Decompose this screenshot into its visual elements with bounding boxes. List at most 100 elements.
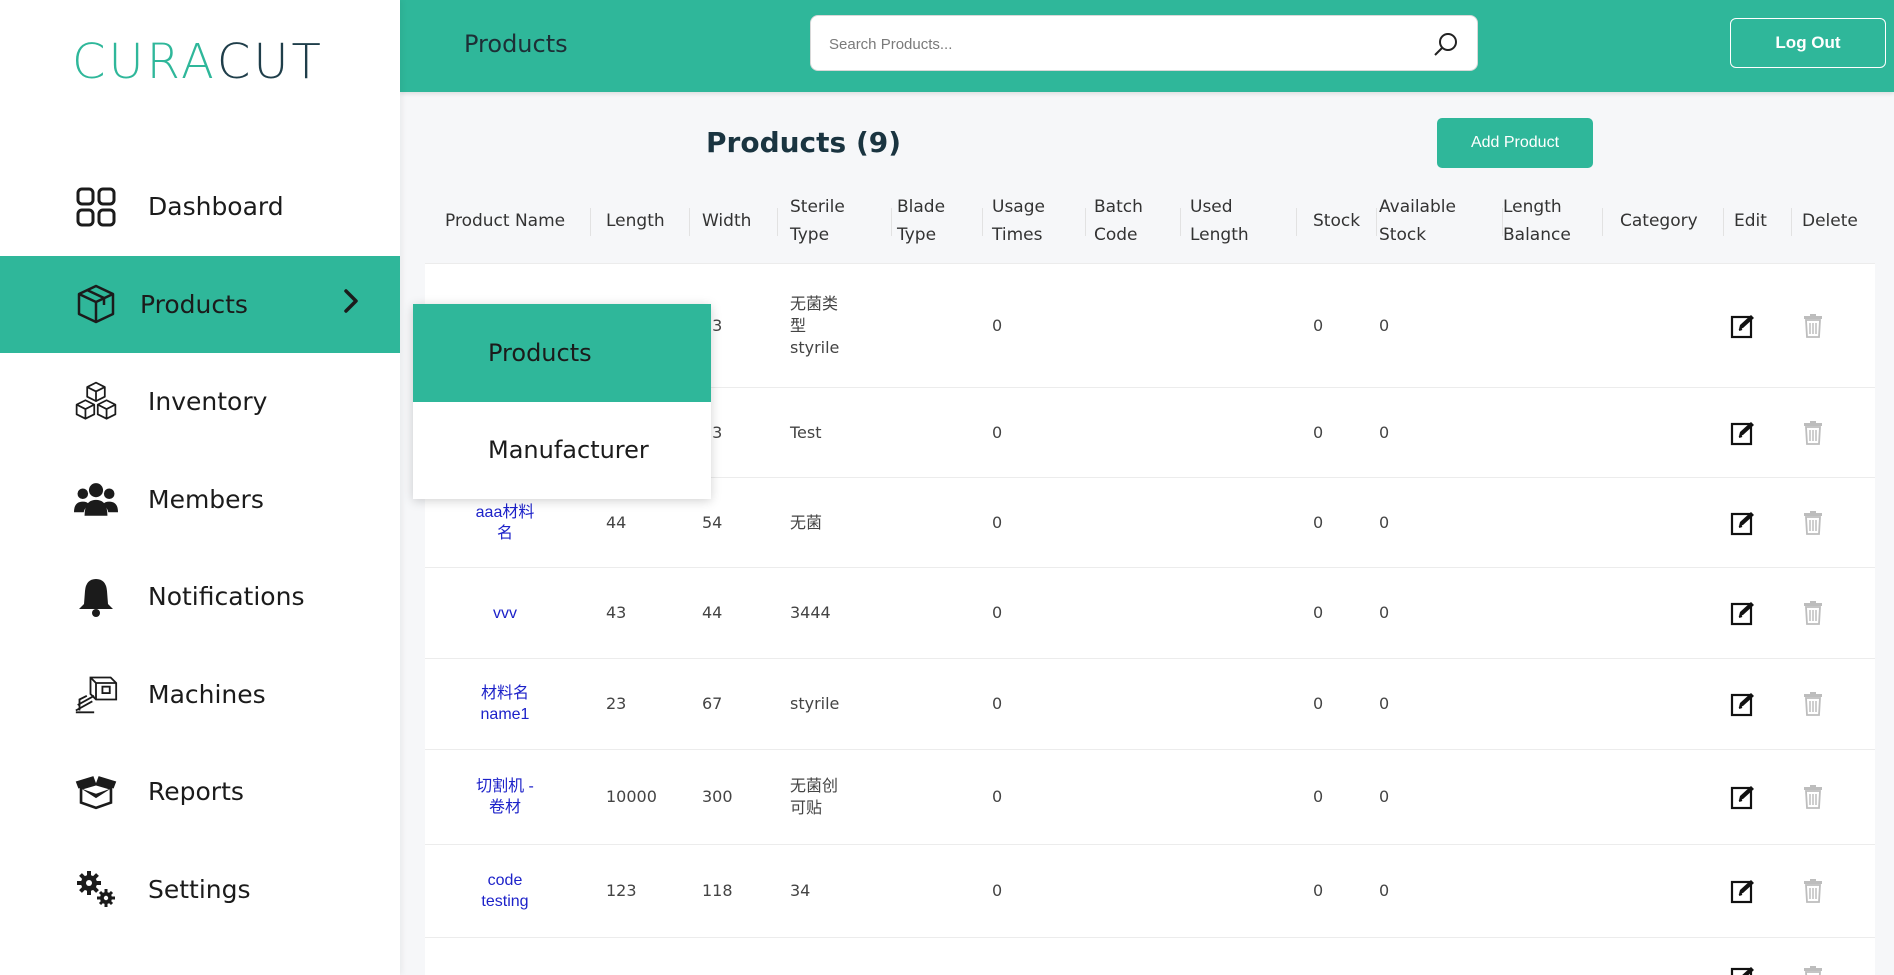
column-header-stock[interactable]: Stock bbox=[1313, 178, 1377, 264]
sidebar-item-machines[interactable]: Machines bbox=[0, 646, 400, 744]
product-name-link[interactable]: 切割机 - 卷材 bbox=[425, 750, 585, 844]
sidebar-item-products[interactable]: Products bbox=[0, 255, 400, 353]
stock-cell: 0 bbox=[1313, 881, 1324, 900]
sterile-type-cell: 无菌类型 styrile bbox=[790, 264, 900, 387]
trash-icon[interactable] bbox=[1802, 478, 1842, 567]
edit-icon[interactable] bbox=[1730, 568, 1770, 658]
width-cell: 118 bbox=[702, 881, 733, 900]
stock-cell: 0 bbox=[1313, 787, 1324, 806]
sterile-type-line: 无菌类 bbox=[790, 293, 839, 313]
product-name-line: aaa材料 bbox=[475, 503, 535, 521]
sidebar-item-label: Members bbox=[148, 484, 264, 514]
available-stock-cell: 0 bbox=[1379, 512, 1390, 532]
stock-cell: 0 bbox=[1313, 422, 1324, 442]
column-header-delete: Delete bbox=[1802, 211, 1858, 231]
sidebar-item-inventory[interactable]: Inventory bbox=[0, 353, 400, 451]
search-box[interactable] bbox=[810, 15, 1478, 71]
sterile-type-line: 无菌创 bbox=[790, 776, 839, 795]
product-name-line: vvv bbox=[493, 604, 517, 622]
add-product-button[interactable]: Add Product bbox=[1437, 118, 1593, 168]
table-header: Product Name Length Width Sterile Type Bl… bbox=[425, 178, 1875, 264]
length-cell: 43 bbox=[606, 603, 627, 622]
stock-cell: 0 bbox=[1313, 315, 1324, 335]
trash-icon[interactable] bbox=[1802, 845, 1842, 937]
product-name-line: 卷材 bbox=[488, 799, 521, 816]
curacut-logo[interactable]: CURA CUT bbox=[72, 34, 324, 90]
boxes-icon bbox=[74, 380, 118, 424]
edit-icon[interactable] bbox=[1730, 478, 1770, 567]
sidebar-item-members[interactable]: Members bbox=[0, 451, 400, 549]
edit-icon[interactable] bbox=[1730, 264, 1770, 387]
sidebar-item-label: Dashboard bbox=[148, 192, 284, 222]
submenu-item-products[interactable]: Products bbox=[413, 304, 711, 402]
usage-times-cell: 0 bbox=[992, 603, 1003, 622]
logout-button[interactable]: Log Out bbox=[1730, 18, 1886, 68]
trash-icon[interactable] bbox=[1802, 388, 1842, 477]
table-row bbox=[425, 938, 1875, 975]
trash-icon[interactable] bbox=[1802, 938, 1842, 975]
column-header-length-balance[interactable]: Length Balance bbox=[1503, 178, 1603, 264]
sterile-type-line: 3444 bbox=[790, 603, 831, 622]
available-stock-cell: 0 bbox=[1379, 881, 1390, 900]
sidebar-nav: Dashboard Products Inventory Members Not… bbox=[0, 158, 400, 938]
sterile-type-line: styrile bbox=[790, 337, 840, 357]
column-header-used-length[interactable]: Used Length bbox=[1190, 178, 1297, 264]
available-stock-cell: 0 bbox=[1379, 787, 1390, 806]
submenu-item-manufacturer[interactable]: Manufacturer bbox=[413, 402, 711, 500]
sidebar-item-label: Machines bbox=[148, 679, 266, 709]
width-cell bbox=[702, 938, 772, 975]
logo-text-cura: CURA bbox=[72, 34, 217, 90]
trash-icon[interactable] bbox=[1802, 568, 1842, 658]
search-icon[interactable] bbox=[1433, 31, 1459, 62]
sidebar-item-reports[interactable]: Reports bbox=[0, 743, 400, 841]
usage-times-cell: 0 bbox=[992, 787, 1003, 806]
product-name-link[interactable]: vvv bbox=[425, 568, 585, 658]
column-header-width[interactable]: Width bbox=[702, 178, 778, 264]
sterile-type-cell: 无菌创 可贴 bbox=[790, 750, 900, 844]
width-cell: 67 bbox=[702, 694, 723, 713]
column-header-length[interactable]: Length bbox=[606, 178, 690, 264]
width-cell: 44 bbox=[702, 603, 723, 622]
sidebar-item-settings[interactable]: Settings bbox=[0, 841, 400, 939]
sterile-type-line: 34 bbox=[790, 881, 811, 900]
search-input[interactable] bbox=[829, 30, 1409, 58]
edit-icon[interactable] bbox=[1730, 750, 1770, 844]
products-submenu: Products Manufacturer bbox=[413, 304, 711, 499]
sterile-type-line: Test bbox=[790, 422, 822, 442]
sterile-type-cell: 无菌 bbox=[790, 478, 900, 567]
sidebar-item-notifications[interactable]: Notifications bbox=[0, 548, 400, 646]
product-name-link[interactable]: 材料名 name1 bbox=[425, 659, 585, 749]
width-cell: 23 bbox=[702, 315, 723, 335]
product-name-link[interactable] bbox=[425, 938, 585, 975]
sterile-type-line: 可贴 bbox=[790, 798, 823, 817]
edit-icon[interactable] bbox=[1730, 938, 1770, 975]
available-stock-cell: 0 bbox=[1379, 422, 1390, 442]
edit-icon[interactable] bbox=[1730, 388, 1770, 477]
column-header-edit: Edit bbox=[1734, 178, 1792, 264]
edit-icon[interactable] bbox=[1730, 845, 1770, 937]
column-header-usage-times[interactable]: Usage Times bbox=[992, 178, 1086, 264]
trash-icon[interactable] bbox=[1802, 264, 1842, 387]
column-header-category[interactable]: Category bbox=[1620, 178, 1724, 264]
stock-cell: 0 bbox=[1313, 512, 1324, 532]
column-header-batch-code[interactable]: Batch Code bbox=[1094, 178, 1181, 264]
available-stock-cell: 0 bbox=[1379, 694, 1390, 713]
products-table: Product Name Length Width Sterile Type Bl… bbox=[425, 178, 1875, 975]
column-header-sterile-type[interactable]: Sterile Type bbox=[790, 178, 892, 264]
chevron-right-icon bbox=[342, 288, 360, 320]
sterile-type-cell: styrile bbox=[790, 659, 900, 749]
top-bar: Products Log Out bbox=[400, 0, 1894, 92]
sidebar-item-label: Products bbox=[140, 289, 248, 319]
edit-icon[interactable] bbox=[1730, 659, 1770, 749]
product-name-link[interactable]: code testing bbox=[425, 845, 585, 937]
column-header-available-stock[interactable]: Available Stock bbox=[1379, 178, 1503, 264]
sidebar-item-dashboard[interactable]: Dashboard bbox=[0, 158, 400, 256]
trash-icon[interactable] bbox=[1802, 659, 1842, 749]
width-cell: 300 bbox=[702, 787, 733, 806]
trash-icon[interactable] bbox=[1802, 750, 1842, 844]
product-name-line: 切割机 - bbox=[476, 778, 534, 795]
gears-icon bbox=[74, 867, 118, 911]
column-header-product-name[interactable]: Product Name bbox=[445, 178, 591, 264]
stock-cell bbox=[1313, 938, 1373, 975]
column-header-blade-type[interactable]: Blade Type bbox=[897, 178, 983, 264]
